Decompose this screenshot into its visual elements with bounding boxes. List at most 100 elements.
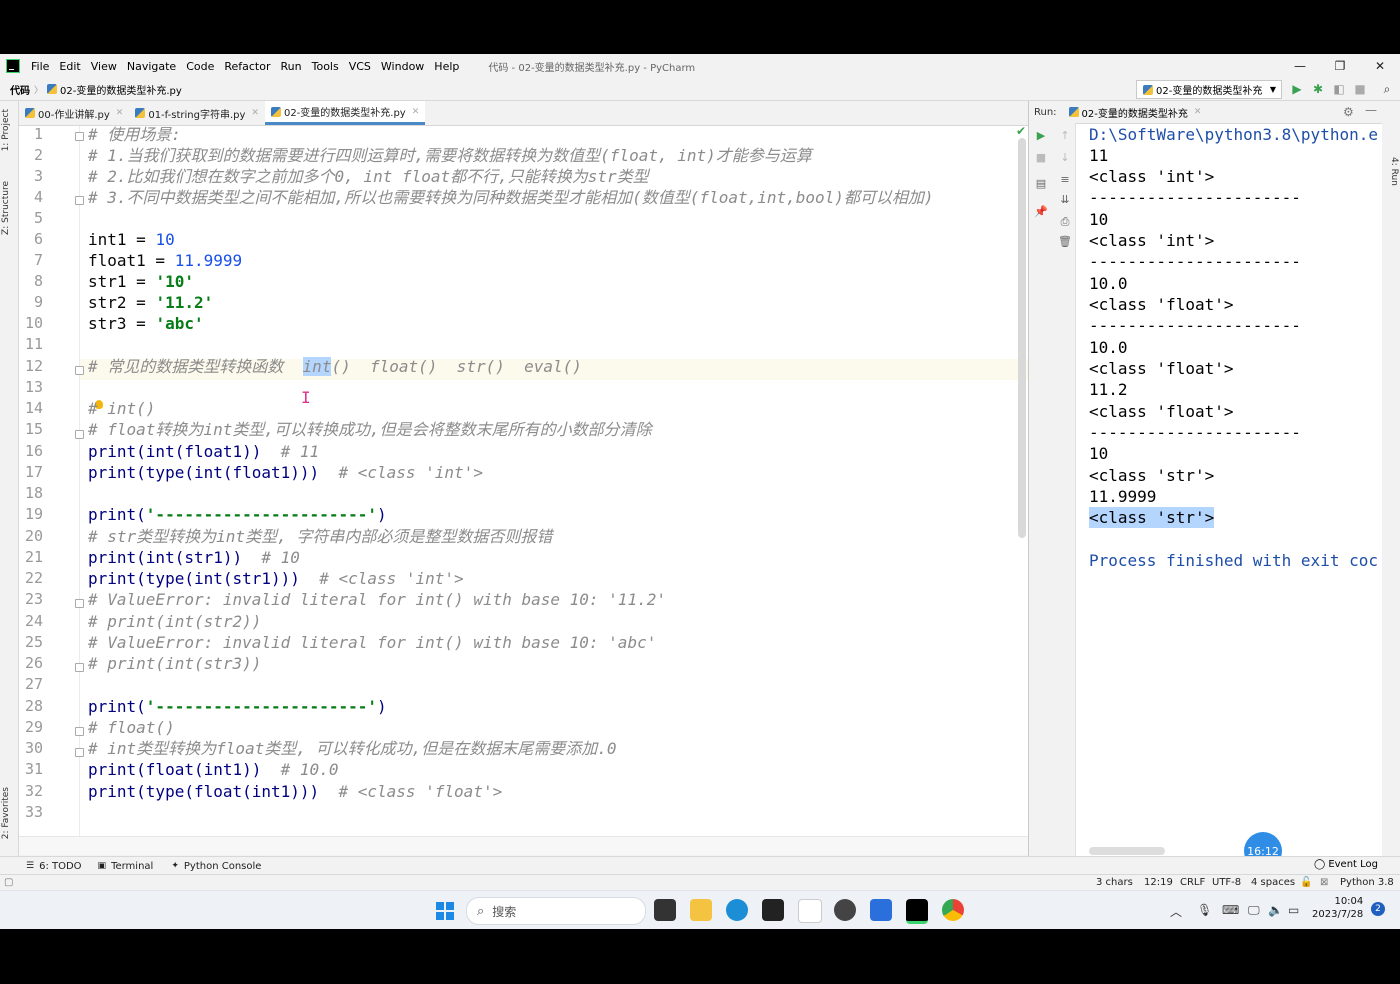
input-method-icon[interactable]: ⌨	[1222, 903, 1239, 917]
fold-marker-icon[interactable]	[75, 748, 84, 757]
fold-marker-icon[interactable]	[75, 196, 84, 205]
code-number: 11.9999	[174, 251, 243, 270]
taskbar-search[interactable]: ⌕ 搜索	[466, 897, 646, 925]
menu-refactor[interactable]: Refactor	[219, 60, 275, 73]
close-icon[interactable]: ✕	[1194, 107, 1202, 117]
fold-marker-icon[interactable]	[75, 727, 84, 736]
caret-position[interactable]: 12:19	[1144, 877, 1173, 888]
obs-icon[interactable]	[834, 899, 856, 921]
menu-help[interactable]: Help	[429, 60, 464, 73]
close-icon[interactable]: ✕	[1360, 54, 1400, 78]
todo-tab[interactable]: ☰ 6: TODO	[26, 861, 82, 872]
fold-marker-icon[interactable]	[75, 663, 84, 672]
tab-favorites[interactable]: 2: Favorites	[1, 787, 17, 839]
fold-marker-icon[interactable]	[75, 132, 84, 141]
menu-navigate[interactable]: Navigate	[122, 60, 181, 73]
python-interpreter[interactable]: Python 3.8	[1340, 877, 1394, 888]
tab-run[interactable]: 4: Run	[1383, 157, 1399, 186]
run-icon[interactable]: ▶	[1290, 82, 1304, 96]
python-console-tab[interactable]: ✦ Python Console	[171, 861, 261, 872]
print-icon[interactable]: ⎙	[1058, 215, 1072, 229]
restore-icon[interactable]: ❐	[1320, 54, 1360, 78]
line-number: 2	[33, 146, 43, 164]
rerun-icon[interactable]: ▶	[1034, 129, 1048, 143]
microphone-icon[interactable]: 🎙	[1197, 903, 1212, 917]
console-horizontal-scrollbar[interactable]	[1089, 847, 1165, 855]
debug-icon[interactable]: ✱	[1311, 82, 1325, 96]
menu-window[interactable]: Window	[376, 60, 429, 73]
soft-wrap-icon[interactable]: ≡	[1058, 173, 1072, 187]
code-call: print(int(str1))	[88, 548, 243, 567]
menu-code[interactable]: Code	[181, 60, 219, 73]
volume-icon[interactable]: 🔈	[1268, 903, 1283, 917]
breadcrumb-root[interactable]: 代码	[10, 82, 30, 97]
file-encoding[interactable]: UTF-8	[1212, 877, 1241, 888]
inspection-ok-icon[interactable]: ✔	[1016, 126, 1026, 138]
file-explorer-icon[interactable]	[690, 899, 712, 921]
trash-icon[interactable]: 🗑	[1058, 235, 1072, 249]
menu-file[interactable]: File	[26, 60, 54, 73]
close-icon[interactable]: ✕	[116, 108, 124, 118]
menu-run[interactable]: Run	[276, 60, 307, 73]
toggle-tool-windows-icon[interactable]: ▢	[4, 877, 13, 888]
stop-icon[interactable]: ■	[1353, 82, 1367, 96]
minimize-icon[interactable]: —	[1280, 54, 1320, 78]
network-icon[interactable]: 🖵	[1248, 903, 1260, 918]
fold-marker-icon[interactable]	[75, 430, 84, 439]
menu-edit[interactable]: Edit	[54, 60, 85, 73]
run-tab[interactable]: 02-变量的数据类型补充 ✕	[1068, 105, 1202, 120]
code-comment: # 常见的数据类型转换函数	[88, 357, 303, 376]
indent-setting[interactable]: 4 spaces	[1251, 877, 1295, 888]
coverage-icon[interactable]: ◧	[1332, 82, 1346, 96]
pycharm-logo-icon	[6, 59, 20, 73]
tab-file-0[interactable]: 00-作业讲解.py ✕	[19, 101, 129, 125]
tab-structure[interactable]: Z: Structure	[1, 181, 17, 235]
app-icon[interactable]	[870, 899, 892, 921]
menu-tools[interactable]: Tools	[307, 60, 344, 73]
typora-icon[interactable]	[798, 899, 822, 923]
edge-browser-icon[interactable]	[726, 899, 748, 921]
fold-marker-icon[interactable]	[75, 366, 84, 375]
code-editor[interactable]: 1 2 3 4 5 6 7 8 9 10 11 12 13 14 15 16 1…	[19, 126, 1028, 836]
notification-badge[interactable]: 2	[1371, 902, 1385, 916]
chevron-up-icon[interactable]: ︿	[1170, 903, 1182, 920]
event-log-tab[interactable]: ◯ Event Log	[1314, 859, 1378, 870]
stop-icon[interactable]: ■	[1034, 151, 1048, 165]
hide-panel-icon[interactable]: —	[1365, 103, 1377, 117]
layout-icon[interactable]: ▤	[1034, 177, 1048, 191]
menu-view[interactable]: View	[86, 60, 122, 73]
arrow-down-icon[interactable]: ↓	[1058, 151, 1072, 165]
run-configuration-select[interactable]: 02-变量的数据类型补充 ▼	[1136, 80, 1282, 99]
run-header: Run: 02-变量的数据类型补充 ✕ ⚙ —	[1029, 101, 1383, 124]
close-icon[interactable]: ✕	[412, 107, 420, 117]
gear-icon[interactable]: ⚙	[1343, 105, 1354, 119]
app-icon[interactable]	[762, 899, 784, 921]
tab-file-1[interactable]: 01-f-string字符串.py ✕	[129, 101, 265, 125]
terminal-tab[interactable]: ▣ Terminal	[98, 861, 154, 872]
menu-vcs[interactable]: VCS	[344, 60, 376, 73]
task-view-icon[interactable]	[654, 899, 676, 921]
tab-file-2[interactable]: 02-变量的数据类型补充.py ✕	[264, 101, 426, 125]
breadcrumb-file[interactable]: 02-变量的数据类型补充.py	[60, 82, 182, 97]
line-number: 20	[24, 527, 43, 545]
interpreter-icon: ⊠	[1320, 877, 1329, 888]
editor-vertical-scrollbar[interactable]	[1018, 138, 1026, 538]
taskbar-clock[interactable]: 10:04 2023/7/28	[1312, 895, 1363, 921]
close-icon[interactable]: ✕	[251, 108, 259, 118]
console-output[interactable]: D:\SoftWare\python3.8\python.e 11 <class…	[1089, 124, 1383, 834]
line-number: 33	[24, 803, 43, 821]
windows-start-icon[interactable]	[436, 902, 454, 920]
lock-icon[interactable]: 🔓	[1300, 877, 1312, 888]
pycharm-taskbar-icon[interactable]	[906, 899, 928, 924]
editor-horizontal-scrollbar[interactable]	[19, 836, 1028, 855]
fold-marker-icon[interactable]	[75, 599, 84, 608]
battery-icon[interactable]: ▭	[1288, 903, 1299, 917]
chrome-icon[interactable]	[942, 899, 964, 921]
line-separator[interactable]: CRLF	[1180, 877, 1205, 888]
arrow-up-icon[interactable]: ↑	[1058, 129, 1072, 143]
pin-icon[interactable]: 📌	[1034, 205, 1048, 219]
scroll-to-end-icon[interactable]: ⇊	[1058, 193, 1072, 207]
search-icon[interactable]: ⌕	[1380, 82, 1394, 96]
tab-project[interactable]: 1: Project	[1, 109, 17, 151]
code-token: str1 =	[88, 272, 156, 291]
